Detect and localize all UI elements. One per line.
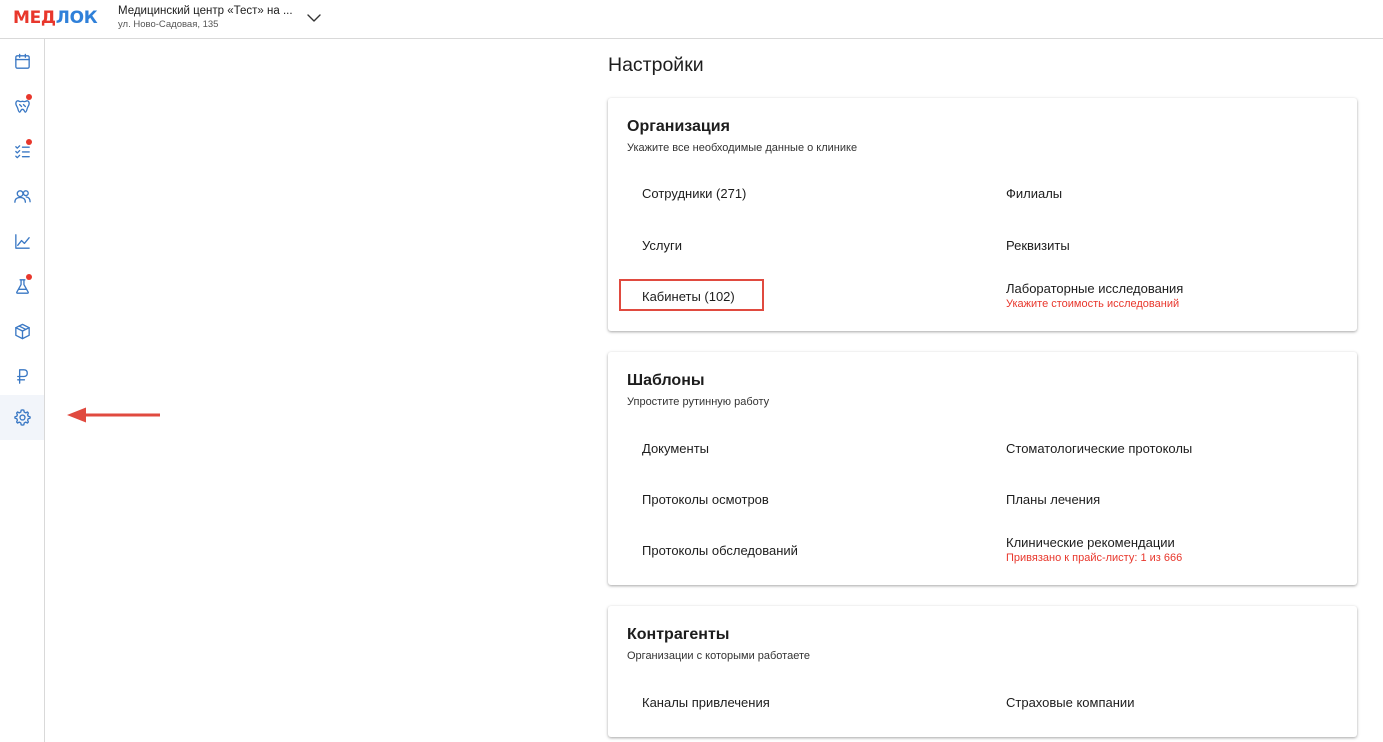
gear-icon xyxy=(13,409,31,426)
logo-part-red: МЕД xyxy=(13,8,56,28)
counterparties-card: Контрагенты Организации с которыми работ… xyxy=(608,606,1357,737)
card-title: Шаблоны xyxy=(627,372,705,389)
nav-finance[interactable] xyxy=(0,354,44,399)
card-subtitle: Укажите все необходимые данные о клинике xyxy=(627,142,858,154)
clinical-recommendations-link[interactable]: Клинические рекомендации xyxy=(1006,535,1175,550)
documents-link[interactable]: Документы xyxy=(642,441,709,456)
nav-dentistry[interactable] xyxy=(0,84,44,129)
nav-warehouse[interactable] xyxy=(0,309,44,354)
exam-protocols-link[interactable]: Протоколы осмотров xyxy=(642,492,769,507)
card-subtitle: Упростите рутинную работу xyxy=(627,396,770,408)
requisites-link[interactable]: Реквизиты xyxy=(1006,238,1070,253)
logo-part-blue: ЛОК xyxy=(55,8,98,28)
users-icon xyxy=(13,190,31,203)
acquisition-channels-link[interactable]: Каналы привлечения xyxy=(642,695,770,710)
calendar-icon xyxy=(14,53,30,69)
card-title: Организация xyxy=(627,118,730,135)
nav-badge xyxy=(26,139,32,145)
nav-laboratory[interactable] xyxy=(0,264,44,309)
nav-tasks[interactable] xyxy=(0,129,44,174)
nav-analytics[interactable] xyxy=(0,219,44,264)
clinic-address: ул. Ново-Садовая, 135 xyxy=(118,19,219,30)
cabinets-link[interactable]: Кабинеты (102) xyxy=(642,289,735,304)
nav-patients[interactable] xyxy=(0,174,44,219)
box-icon xyxy=(14,323,30,340)
nav-settings[interactable] xyxy=(0,395,44,440)
staff-link[interactable]: Сотрудники (271) xyxy=(642,186,746,201)
card-title: Контрагенты xyxy=(627,626,730,643)
page-title: Настройки xyxy=(608,54,704,76)
treatment-plans-link[interactable]: Планы лечения xyxy=(1006,492,1100,507)
nav-calendar[interactable] xyxy=(0,39,44,84)
nav-badge xyxy=(26,94,32,100)
lab-tests-warning: Укажите стоимость исследований xyxy=(1006,298,1180,310)
chart-icon xyxy=(14,234,30,249)
services-link[interactable]: Услуги xyxy=(642,238,682,253)
survey-protocols-link[interactable]: Протоколы обследований xyxy=(642,543,798,558)
dental-protocols-link[interactable]: Стоматологические протоколы xyxy=(1006,441,1192,456)
top-bar: МЕДЛОК Медицинский центр «Тест» на ... у… xyxy=(0,0,1383,39)
sidebar xyxy=(0,39,45,742)
clinic-selector[interactable]: Медицинский центр «Тест» на ... ул. Ново… xyxy=(118,5,293,30)
card-subtitle: Организации с которыми работаете xyxy=(627,650,811,662)
branches-link[interactable]: Филиалы xyxy=(1006,186,1062,201)
medlok-logo[interactable]: МЕДЛОК xyxy=(13,8,98,28)
templates-card: Шаблоны Упростите рутинную работу Докуме… xyxy=(608,352,1357,585)
clinic-name: Медицинский центр «Тест» на ... xyxy=(118,5,293,17)
clinical-recommendations-warning: Привязано к прайс-листу: 1 из 666 xyxy=(1006,552,1183,564)
annotation-arrow-icon xyxy=(67,407,160,423)
insurance-companies-link[interactable]: Страховые компании xyxy=(1006,695,1134,710)
ruble-icon xyxy=(16,369,28,384)
lab-tests-link[interactable]: Лабораторные исследования xyxy=(1006,281,1183,296)
chevron-down-icon[interactable] xyxy=(306,10,322,26)
nav-badge xyxy=(26,274,32,280)
organization-card: Организация Укажите все необходимые данн… xyxy=(608,98,1357,331)
